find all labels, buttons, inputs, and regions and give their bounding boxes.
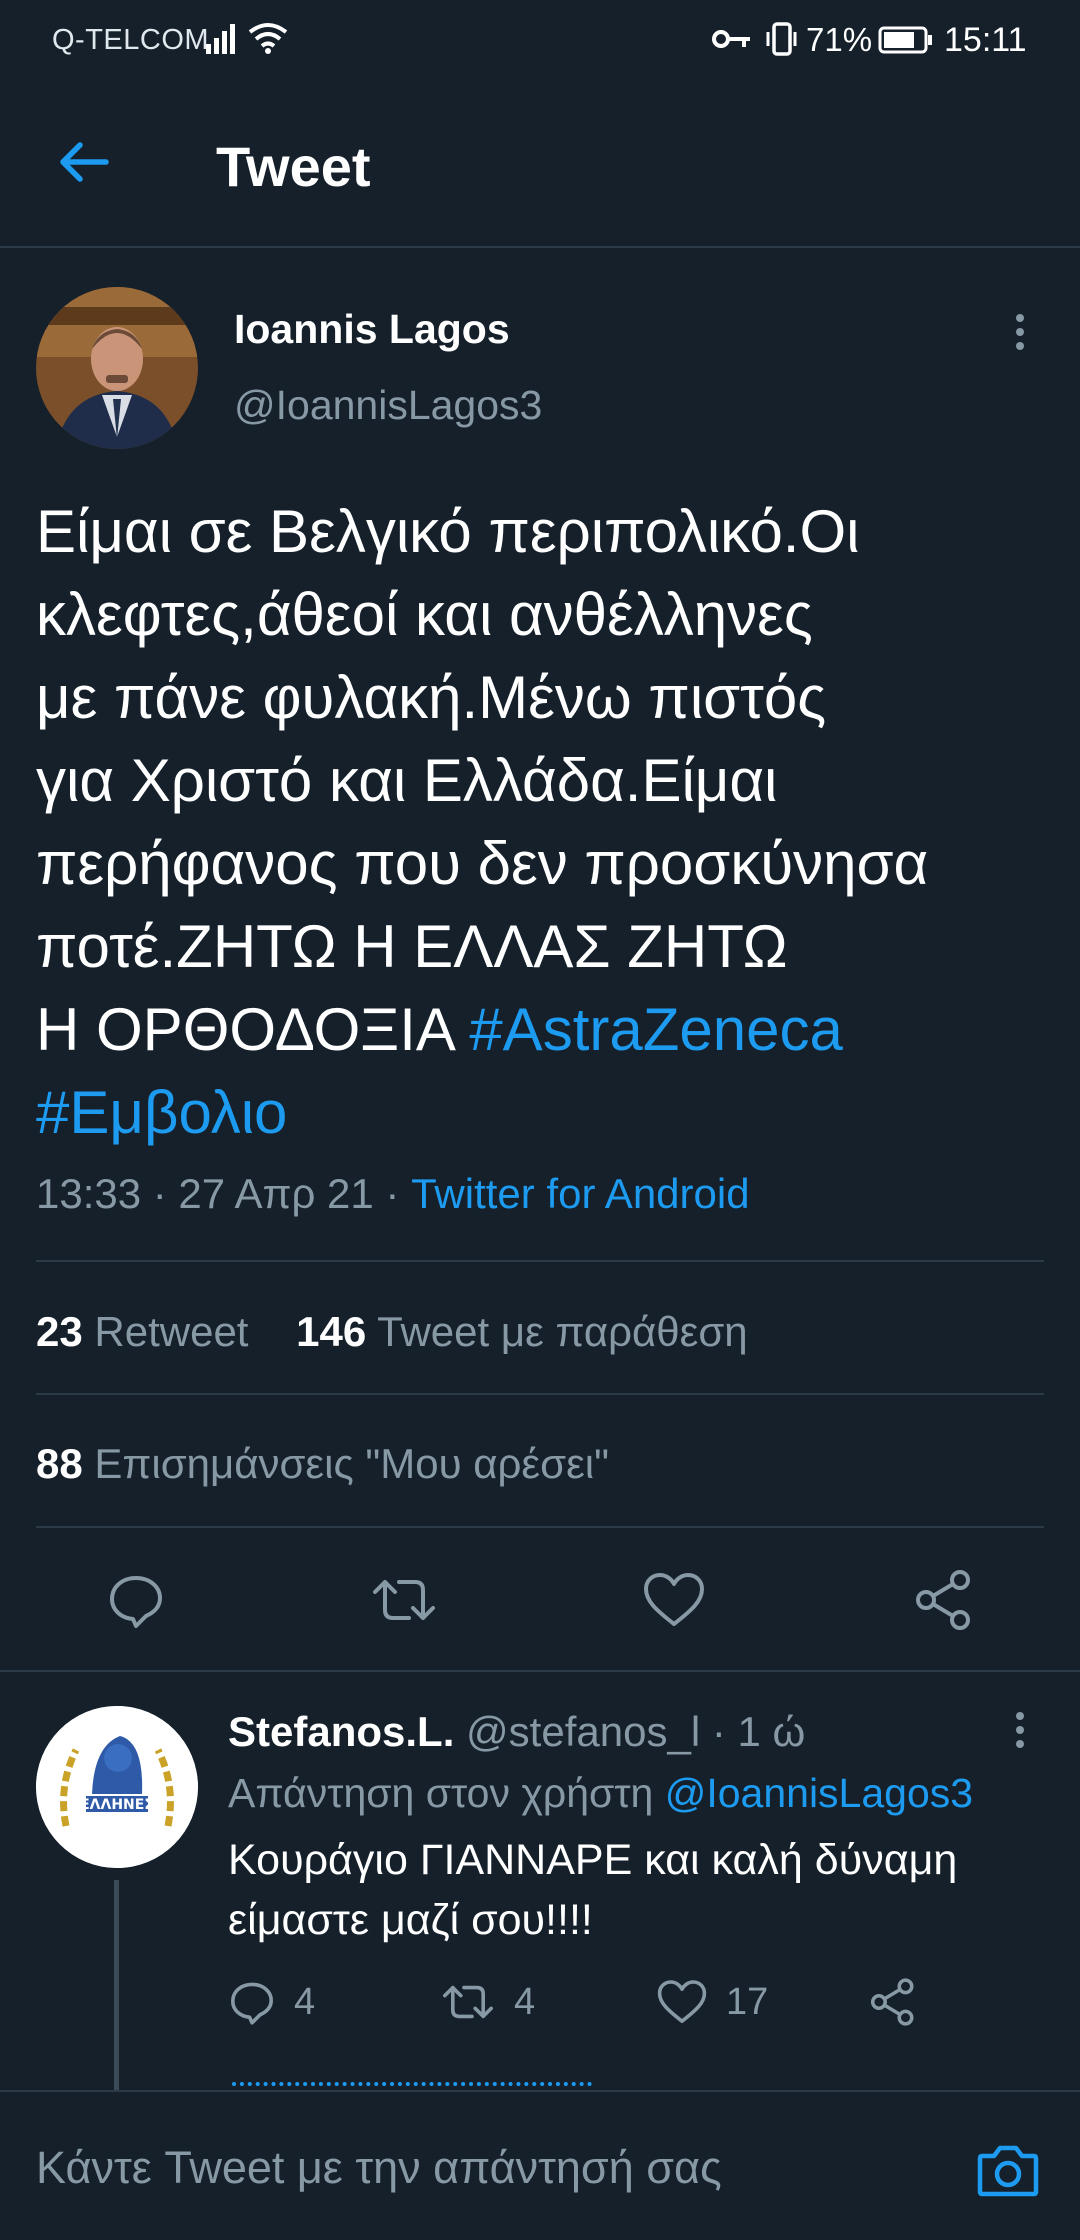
reply-text: Κουράγιο ΓΙΑΝΝΑΡΕ και καλή δύναμη είμαστ… — [228, 1836, 958, 1944]
reply-icon — [231, 1982, 273, 2025]
thread-line — [114, 1880, 119, 2090]
hashtag-link[interactable]: #AstraZeneca — [469, 996, 843, 1063]
battery-percent: 71% — [806, 21, 873, 58]
svg-text:ΕΛΛΗΝΕΣ: ΕΛΛΗΝΕΣ — [80, 1797, 154, 1813]
tweet-timestamp: 13:33 · 27 Απρ 21 · — [36, 1170, 412, 1217]
divider — [36, 1393, 1044, 1395]
quote-stat[interactable]: 146 Tweet με παράθεση — [296, 1308, 748, 1355]
key-icon — [712, 28, 752, 55]
share-icon — [870, 1978, 914, 2026]
reply-retweet-button[interactable]: 4 — [440, 1972, 535, 2032]
retweet-count: 4 — [514, 1980, 536, 2023]
reply-icon[interactable] — [96, 1560, 176, 1640]
hashtag-link[interactable]: #Εμβολιο — [36, 1079, 287, 1146]
likes-stat[interactable]: 88 Επισημάνσεις "Μου αρέσει" — [36, 1440, 609, 1488]
replying-to: Απάντηση στον χρήστη @IoannisLagos3 — [228, 1770, 974, 1816]
tweet-meta: 13:33 · 27 Απρ 21 · Twitter for Android — [36, 1170, 750, 1218]
author-name[interactable]: Ioannis Lagos — [234, 306, 510, 353]
tweet-actions — [0, 1560, 1080, 1640]
more-vertical-icon[interactable] — [1000, 312, 1040, 352]
reply-input-placeholder[interactable]: Κάντε Tweet με την απάντησή σας — [36, 2142, 722, 2194]
tweet-text: Είμαι σε Βελγικό περιπολικό.Οι κλεφτες,ά… — [36, 490, 1046, 1154]
like-count: 17 — [726, 1980, 769, 2023]
reply-share-button[interactable] — [868, 1972, 918, 2032]
reply-compose-bar[interactable]: Κάντε Tweet με την απάντησή σας — [0, 2090, 1080, 2240]
reply-avatar[interactable]: ΕΛΛΗΝΕΣ — [36, 1706, 198, 1868]
signal-icon — [204, 22, 240, 59]
reply-author-name[interactable]: Stefanos.L. — [228, 1708, 454, 1755]
top-app-bar: Tweet — [0, 82, 1080, 248]
back-arrow-icon[interactable] — [54, 132, 114, 192]
reply-count: 4 — [294, 1980, 316, 2023]
like-icon[interactable] — [634, 1560, 714, 1640]
mention-link[interactable]: @IoannisLagos3 — [665, 1770, 973, 1816]
reply-like-button[interactable]: 17 — [656, 1972, 768, 2032]
retweet-icon — [443, 1985, 493, 2019]
carrier-name: Q-TELCOM — [52, 24, 210, 56]
camera-icon[interactable] — [976, 2140, 1040, 2200]
divider — [0, 1670, 1080, 1672]
reply-actions: 4 4 17 — [228, 1972, 1048, 2032]
clock: 15:11 — [944, 21, 1027, 59]
like-icon — [657, 1980, 707, 2023]
page-title: Tweet — [216, 135, 371, 198]
status-bar: Q-TELCOM 71% 15:11 — [0, 0, 1080, 82]
author-avatar[interactable] — [36, 287, 198, 449]
reply-handle-time: @stefanos_l · 1 ώ — [466, 1708, 806, 1755]
tweet-source-link[interactable]: Twitter for Android — [411, 1170, 749, 1217]
wifi-icon — [248, 22, 288, 59]
author-handle[interactable]: @IoannisLagos3 — [234, 382, 542, 429]
tweet-body: Είμαι σε Βελγικό περιπολικό.Οι κλεφτες,ά… — [36, 498, 929, 1063]
tweet-detail-screen: Q-TELCOM 71% 15:11 Tweet Ioannis Lagos @… — [0, 0, 1080, 2240]
divider — [36, 1260, 1044, 1262]
retweet-stats: 23 Retweet 146 Tweet με παράθεση — [36, 1308, 748, 1356]
vibrate-icon — [764, 22, 800, 61]
battery-icon — [878, 26, 934, 59]
share-icon[interactable] — [904, 1560, 984, 1640]
reply-reply-button[interactable]: 4 — [228, 1972, 315, 2032]
retweet-icon[interactable] — [364, 1560, 444, 1640]
show-more-link-cut — [232, 2078, 592, 2088]
divider — [36, 1526, 1044, 1528]
retweet-stat[interactable]: 23 Retweet — [36, 1308, 248, 1355]
reply-header: Stefanos.L. @stefanos_l · 1 ώ — [228, 1708, 805, 1756]
more-vertical-icon[interactable] — [1000, 1710, 1040, 1750]
